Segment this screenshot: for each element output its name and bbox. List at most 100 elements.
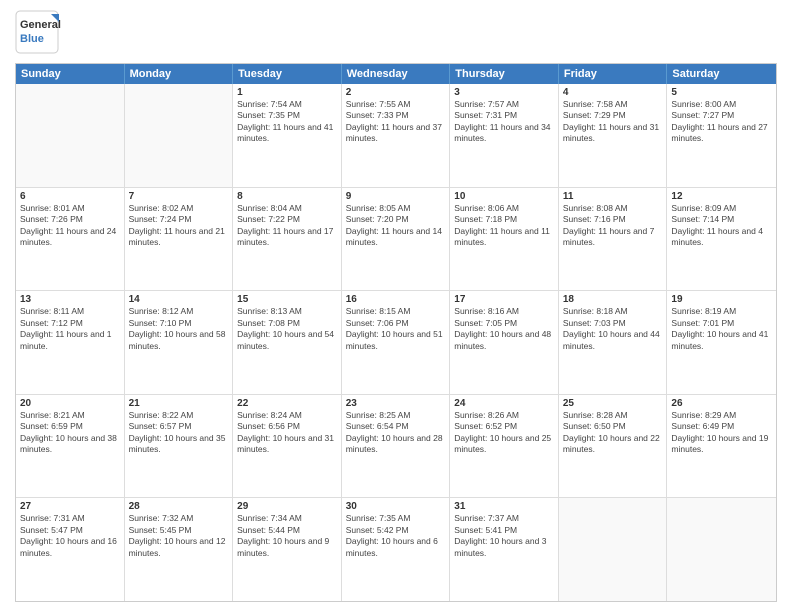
day-cell-21: 21Sunrise: 8:22 AM Sunset: 6:57 PM Dayli… [125,395,234,498]
day-cell-31: 31Sunrise: 7:37 AM Sunset: 5:41 PM Dayli… [450,498,559,601]
day-number: 15 [237,294,337,305]
day-info: Sunrise: 8:05 AM Sunset: 7:20 PM Dayligh… [346,203,446,249]
calendar-row-4: 20Sunrise: 8:21 AM Sunset: 6:59 PM Dayli… [16,395,776,499]
day-number: 16 [346,294,446,305]
day-number: 24 [454,398,554,409]
day-info: Sunrise: 8:00 AM Sunset: 7:27 PM Dayligh… [671,99,772,145]
day-info: Sunrise: 7:58 AM Sunset: 7:29 PM Dayligh… [563,99,663,145]
day-info: Sunrise: 8:22 AM Sunset: 6:57 PM Dayligh… [129,410,229,456]
day-info: Sunrise: 7:37 AM Sunset: 5:41 PM Dayligh… [454,513,554,559]
empty-cell [667,498,776,601]
day-number: 8 [237,191,337,202]
day-number: 9 [346,191,446,202]
day-number: 22 [237,398,337,409]
day-cell-23: 23Sunrise: 8:25 AM Sunset: 6:54 PM Dayli… [342,395,451,498]
day-info: Sunrise: 8:04 AM Sunset: 7:22 PM Dayligh… [237,203,337,249]
day-info: Sunrise: 8:15 AM Sunset: 7:06 PM Dayligh… [346,306,446,352]
day-cell-16: 16Sunrise: 8:15 AM Sunset: 7:06 PM Dayli… [342,291,451,394]
day-number: 27 [20,501,120,512]
day-cell-3: 3Sunrise: 7:57 AM Sunset: 7:31 PM Daylig… [450,84,559,187]
day-number: 26 [671,398,772,409]
day-cell-1: 1Sunrise: 7:54 AM Sunset: 7:35 PM Daylig… [233,84,342,187]
calendar-row-5: 27Sunrise: 7:31 AM Sunset: 5:47 PM Dayli… [16,498,776,601]
day-info: Sunrise: 8:13 AM Sunset: 7:08 PM Dayligh… [237,306,337,352]
day-number: 23 [346,398,446,409]
logo: General Blue [15,10,95,55]
day-cell-27: 27Sunrise: 7:31 AM Sunset: 5:47 PM Dayli… [16,498,125,601]
day-cell-26: 26Sunrise: 8:29 AM Sunset: 6:49 PM Dayli… [667,395,776,498]
day-number: 30 [346,501,446,512]
calendar-body: 1Sunrise: 7:54 AM Sunset: 7:35 PM Daylig… [16,84,776,601]
day-cell-7: 7Sunrise: 8:02 AM Sunset: 7:24 PM Daylig… [125,188,234,291]
day-cell-5: 5Sunrise: 8:00 AM Sunset: 7:27 PM Daylig… [667,84,776,187]
calendar-row-3: 13Sunrise: 8:11 AM Sunset: 7:12 PM Dayli… [16,291,776,395]
day-cell-6: 6Sunrise: 8:01 AM Sunset: 7:26 PM Daylig… [16,188,125,291]
day-number: 4 [563,87,663,98]
day-info: Sunrise: 8:16 AM Sunset: 7:05 PM Dayligh… [454,306,554,352]
day-cell-14: 14Sunrise: 8:12 AM Sunset: 7:10 PM Dayli… [125,291,234,394]
header-cell-saturday: Saturday [667,64,776,84]
day-number: 3 [454,87,554,98]
day-cell-28: 28Sunrise: 7:32 AM Sunset: 5:45 PM Dayli… [125,498,234,601]
day-info: Sunrise: 8:28 AM Sunset: 6:50 PM Dayligh… [563,410,663,456]
day-cell-20: 20Sunrise: 8:21 AM Sunset: 6:59 PM Dayli… [16,395,125,498]
day-cell-9: 9Sunrise: 8:05 AM Sunset: 7:20 PM Daylig… [342,188,451,291]
empty-cell [125,84,234,187]
day-number: 1 [237,87,337,98]
day-info: Sunrise: 8:29 AM Sunset: 6:49 PM Dayligh… [671,410,772,456]
calendar-row-2: 6Sunrise: 8:01 AM Sunset: 7:26 PM Daylig… [16,188,776,292]
day-number: 17 [454,294,554,305]
day-info: Sunrise: 8:18 AM Sunset: 7:03 PM Dayligh… [563,306,663,352]
day-cell-13: 13Sunrise: 8:11 AM Sunset: 7:12 PM Dayli… [16,291,125,394]
day-info: Sunrise: 7:57 AM Sunset: 7:31 PM Dayligh… [454,99,554,145]
day-cell-4: 4Sunrise: 7:58 AM Sunset: 7:29 PM Daylig… [559,84,668,187]
day-info: Sunrise: 8:12 AM Sunset: 7:10 PM Dayligh… [129,306,229,352]
header-cell-tuesday: Tuesday [233,64,342,84]
day-cell-18: 18Sunrise: 8:18 AM Sunset: 7:03 PM Dayli… [559,291,668,394]
day-info: Sunrise: 7:31 AM Sunset: 5:47 PM Dayligh… [20,513,120,559]
day-cell-29: 29Sunrise: 7:34 AM Sunset: 5:44 PM Dayli… [233,498,342,601]
day-number: 5 [671,87,772,98]
day-number: 6 [20,191,120,202]
day-info: Sunrise: 7:55 AM Sunset: 7:33 PM Dayligh… [346,99,446,145]
day-number: 11 [563,191,663,202]
day-number: 12 [671,191,772,202]
day-cell-15: 15Sunrise: 8:13 AM Sunset: 7:08 PM Dayli… [233,291,342,394]
day-info: Sunrise: 8:19 AM Sunset: 7:01 PM Dayligh… [671,306,772,352]
day-cell-24: 24Sunrise: 8:26 AM Sunset: 6:52 PM Dayli… [450,395,559,498]
day-info: Sunrise: 7:34 AM Sunset: 5:44 PM Dayligh… [237,513,337,559]
day-number: 18 [563,294,663,305]
day-info: Sunrise: 8:02 AM Sunset: 7:24 PM Dayligh… [129,203,229,249]
day-info: Sunrise: 7:54 AM Sunset: 7:35 PM Dayligh… [237,99,337,145]
day-number: 31 [454,501,554,512]
day-info: Sunrise: 8:08 AM Sunset: 7:16 PM Dayligh… [563,203,663,249]
day-cell-10: 10Sunrise: 8:06 AM Sunset: 7:18 PM Dayli… [450,188,559,291]
day-info: Sunrise: 7:32 AM Sunset: 5:45 PM Dayligh… [129,513,229,559]
day-number: 21 [129,398,229,409]
page: General Blue SundayMondayTuesdayWednesda… [0,0,792,612]
empty-cell [559,498,668,601]
day-info: Sunrise: 8:25 AM Sunset: 6:54 PM Dayligh… [346,410,446,456]
day-info: Sunrise: 8:24 AM Sunset: 6:56 PM Dayligh… [237,410,337,456]
header-cell-friday: Friday [559,64,668,84]
logo-svg: General Blue [15,10,95,55]
day-number: 25 [563,398,663,409]
day-info: Sunrise: 8:06 AM Sunset: 7:18 PM Dayligh… [454,203,554,249]
header-cell-monday: Monday [125,64,234,84]
day-number: 20 [20,398,120,409]
day-number: 13 [20,294,120,305]
day-cell-8: 8Sunrise: 8:04 AM Sunset: 7:22 PM Daylig… [233,188,342,291]
day-number: 10 [454,191,554,202]
calendar-row-1: 1Sunrise: 7:54 AM Sunset: 7:35 PM Daylig… [16,84,776,188]
day-cell-11: 11Sunrise: 8:08 AM Sunset: 7:16 PM Dayli… [559,188,668,291]
header-cell-sunday: Sunday [16,64,125,84]
day-info: Sunrise: 8:09 AM Sunset: 7:14 PM Dayligh… [671,203,772,249]
day-cell-22: 22Sunrise: 8:24 AM Sunset: 6:56 PM Dayli… [233,395,342,498]
day-number: 19 [671,294,772,305]
day-number: 14 [129,294,229,305]
day-number: 29 [237,501,337,512]
svg-text:General: General [20,19,61,31]
day-cell-30: 30Sunrise: 7:35 AM Sunset: 5:42 PM Dayli… [342,498,451,601]
day-cell-19: 19Sunrise: 8:19 AM Sunset: 7:01 PM Dayli… [667,291,776,394]
empty-cell [16,84,125,187]
